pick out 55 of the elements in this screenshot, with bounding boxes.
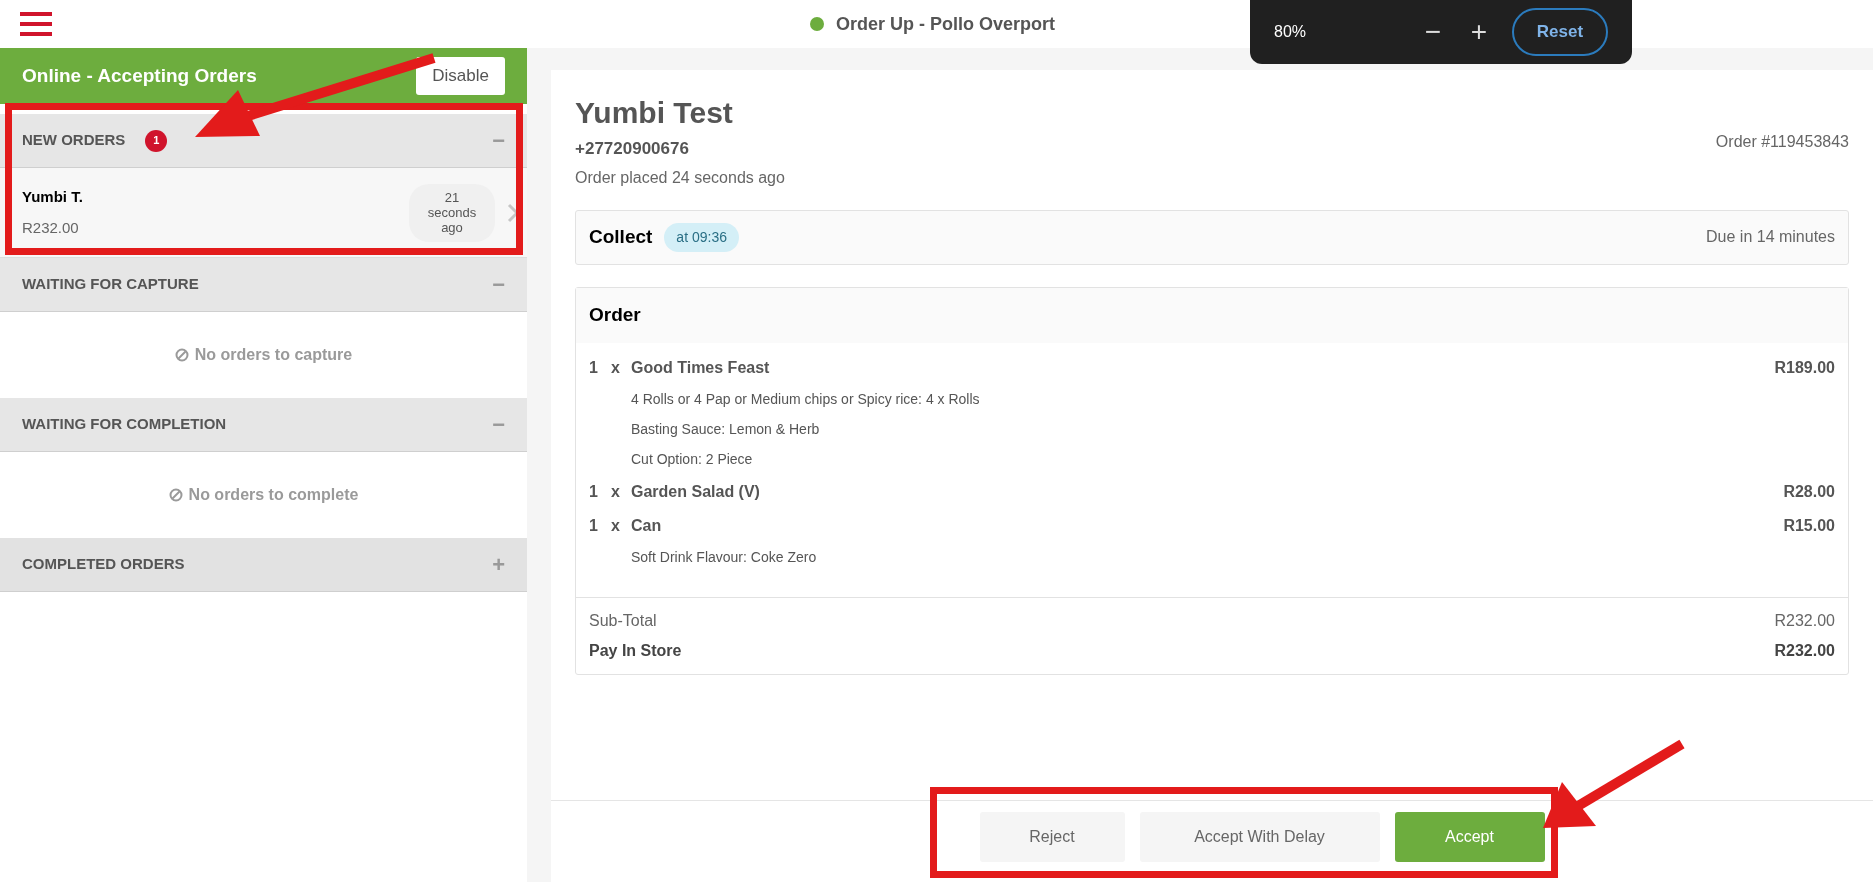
item-quantity: 1 (589, 481, 599, 502)
customer-heading: Yumbi Test (575, 95, 734, 131)
item-price: R15.00 (1783, 515, 1835, 536)
due-text: Due in 14 minutes (1706, 227, 1835, 247)
chevron-right-icon[interactable] (507, 202, 519, 223)
total-value: R232.00 (1774, 640, 1835, 661)
section-title: COMPLETED ORDERS (22, 554, 185, 575)
reset-button[interactable]: Reset (1512, 8, 1608, 56)
customer-phone: +27720900676 (575, 138, 690, 160)
customer-name: Yumbi T. (22, 187, 83, 207)
zoom-out-button[interactable]: − (1416, 11, 1450, 53)
times-sign: x (611, 515, 621, 536)
section-header[interactable]: WAITING FOR COMPLETION − (0, 398, 527, 452)
store-title: Order Up - Pollo Overport (836, 12, 1055, 36)
item-option: Basting Sauce: Lemon & Herb (589, 414, 1835, 445)
order-amount: R232.00 (22, 217, 80, 238)
action-button[interactable]: Reject (979, 811, 1125, 862)
action-button[interactable]: Accept With Delay (1139, 811, 1380, 862)
section-header[interactable]: NEW ORDERS 1 − (0, 114, 527, 168)
section-header[interactable]: COMPLETED ORDERS + (0, 538, 527, 592)
item-option: Soft Drink Flavour: Coke Zero (589, 542, 1835, 573)
item-name: Good Times Feast (631, 357, 770, 378)
item-price: R28.00 (1783, 481, 1835, 502)
item-price: R189.00 (1774, 357, 1835, 378)
item-quantity: 1 (589, 357, 599, 378)
count-badge: 1 (145, 129, 168, 152)
section-title: NEW ORDERS (22, 130, 126, 151)
time-ago-pill: 21 seconds ago (409, 183, 495, 242)
item-quantity: 1 (589, 515, 599, 536)
menu-icon[interactable] (20, 11, 52, 37)
section-title: WAITING FOR COMPLETION (22, 414, 227, 435)
order-placed-text: Order placed 24 seconds ago (575, 167, 785, 188)
order-heading: Order (589, 302, 641, 327)
total-value: R232.00 (1774, 610, 1835, 631)
prohibited-icon (174, 348, 189, 362)
item-name: Can (631, 515, 662, 536)
zoom-level: 80% (1274, 22, 1307, 42)
status-label: Online - Accepting Orders (22, 63, 257, 88)
item-name: Garden Salad (V) (631, 481, 760, 502)
item-option: 4 Rolls or 4 Pap or Medium chips or Spicy rice: 4 x Rolls (589, 384, 1835, 415)
time-badge: at 09:36 (664, 222, 739, 252)
empty-message: No orders to capture (194, 345, 353, 365)
section-header[interactable]: WAITING FOR CAPTURE − (0, 258, 527, 312)
total-label: Pay In Store (589, 640, 682, 661)
times-sign: x (611, 481, 621, 502)
zoom-in-button[interactable]: + (1462, 11, 1496, 53)
total-label: Sub-Total (589, 610, 657, 631)
order-number: Order #119453843 (1715, 132, 1849, 152)
disable-button[interactable]: Disable (416, 57, 505, 95)
prohibited-icon (168, 488, 183, 502)
item-option: Cut Option: 2 Piece (589, 444, 1835, 475)
times-sign: x (611, 357, 621, 378)
fulfilment-type: Collect (589, 224, 653, 249)
empty-message: No orders to complete (188, 485, 359, 505)
section-title: WAITING FOR CAPTURE (22, 274, 199, 295)
